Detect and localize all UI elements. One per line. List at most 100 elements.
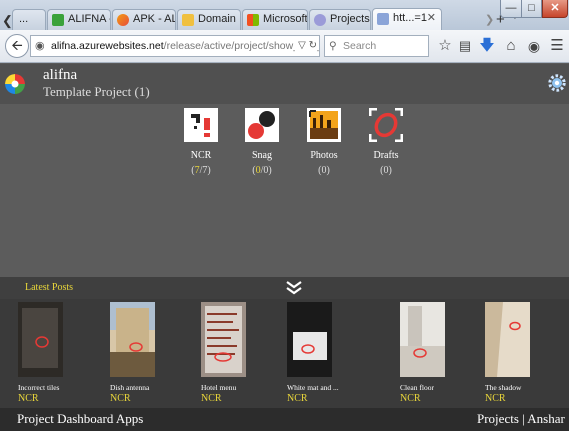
tab-label: Projects (330, 13, 370, 25)
post-card[interactable]: Hotel menu NCR (201, 302, 291, 404)
drafts-icon (368, 107, 404, 143)
alifna-logo-icon[interactable] (5, 74, 25, 94)
url-dropdown-icon[interactable]: ▽ (298, 40, 306, 51)
module-snag[interactable]: Snag (0/0) (232, 108, 292, 176)
tab-3[interactable]: APK - ALI... (112, 9, 176, 30)
tab-label: ... (19, 13, 29, 25)
snag-icon (245, 108, 279, 142)
post-type: NCR (201, 393, 222, 404)
module-label: Snag (252, 150, 272, 161)
latest-posts-title: Latest Posts (25, 282, 74, 293)
tab-active[interactable]: htt...=1 ✕ (372, 8, 442, 30)
reload-icon[interactable]: ↻ (309, 40, 317, 51)
tab-label: htt...=1 (393, 12, 427, 24)
ncr-icon (184, 108, 218, 142)
expand-chevron-icon[interactable] (285, 280, 303, 296)
spreadsheet-icon (52, 14, 64, 26)
url-controls: ▽ ↻ (295, 36, 317, 56)
module-count: (0) (380, 165, 392, 176)
close-window-button[interactable]: ✕ (542, 0, 568, 18)
tab-2[interactable]: ALIFNA - ... (47, 9, 111, 30)
latest-posts-list: Incorrect tiles NCR Dish antenna NCR Hot… (0, 299, 569, 408)
browser-toolbar: 🡨 ◉ alifna.azurewebsites.net/release/act… (0, 30, 569, 63)
tab-label: Domain ... (198, 13, 240, 25)
latest-posts-bar: Latest Posts (0, 277, 569, 299)
open-count: 0 (255, 165, 261, 176)
tab-5[interactable]: Microsoft... (242, 9, 308, 30)
modules-area: NCR (7/7) Snag (0/0) Photos (0) Drafts (… (0, 104, 569, 277)
domain-icon (182, 14, 194, 26)
settings-gear-icon[interactable] (548, 74, 566, 92)
post-thumbnail[interactable] (18, 302, 63, 377)
post-card[interactable]: Incorrect tiles NCR (18, 302, 108, 404)
menu-icon[interactable]: ☰ (548, 37, 566, 55)
post-caption: Hotel menu (201, 383, 237, 392)
tab-6[interactable]: Projects (309, 9, 371, 30)
module-drafts[interactable]: Drafts (0) (356, 107, 416, 176)
post-caption: Incorrect tiles (18, 383, 60, 392)
site-info-icon[interactable]: ◉ (35, 40, 47, 52)
footer-links[interactable]: Projects | Anshar (477, 411, 565, 427)
page-icon (377, 13, 389, 25)
post-type: NCR (485, 393, 506, 404)
photos-icon (307, 108, 341, 142)
search-input[interactable]: ⚲ Search (324, 35, 429, 57)
tab-scroll-right-icon[interactable]: ❯ (485, 13, 494, 26)
post-caption: White mat and ... (287, 383, 339, 392)
post-thumbnail[interactable] (485, 302, 530, 377)
module-ncr[interactable]: NCR (7/7) (171, 108, 231, 176)
module-label: NCR (190, 150, 212, 161)
post-type: NCR (400, 393, 421, 404)
tab-1[interactable]: ... (12, 9, 46, 30)
app-header: alifna Template Project (1) (0, 64, 569, 104)
module-count: (0) (318, 165, 330, 176)
module-label: Drafts (373, 150, 399, 161)
reading-list-icon[interactable]: ▤ (456, 37, 474, 55)
home-icon[interactable]: ⌂ (502, 37, 520, 55)
post-card[interactable]: Clean floor NCR (400, 302, 490, 404)
post-caption: Dish antenna (110, 383, 150, 392)
tab-label: ALIFNA - ... (68, 13, 110, 25)
open-count: 7 (194, 165, 200, 176)
module-label: Photos (310, 150, 338, 161)
footer: Project Dashboard Apps Projects | Anshar (0, 408, 569, 431)
post-type: NCR (110, 393, 131, 404)
module-photos[interactable]: Photos (0) (294, 108, 354, 176)
footer-title: Project Dashboard Apps (17, 411, 144, 426)
tab-4[interactable]: Domain ... (177, 9, 241, 30)
post-caption: The shadow (485, 383, 522, 392)
post-thumbnail[interactable] (110, 302, 155, 377)
post-thumbnail[interactable] (201, 302, 246, 377)
module-count: (0/0) (252, 165, 272, 176)
download-icon[interactable]: 🡇 (478, 37, 496, 55)
close-tab-icon[interactable]: ✕ (427, 9, 436, 28)
app-name: alifna (43, 67, 78, 83)
maximize-button[interactable]: □ (522, 0, 542, 18)
total-count: 0 (263, 165, 269, 176)
post-type: NCR (18, 393, 39, 404)
tab-label: APK - ALI... (133, 13, 175, 25)
bookmark-star-icon[interactable]: ☆ (436, 37, 454, 55)
back-button[interactable]: 🡨 (5, 34, 29, 58)
post-thumbnail[interactable] (400, 302, 445, 377)
project-title: Template Project (1) (43, 84, 150, 99)
chat-icon[interactable]: ◉ (525, 37, 543, 55)
projects-tab-icon (314, 14, 326, 26)
minimize-button[interactable]: — (500, 0, 522, 18)
post-caption: Clean floor (400, 383, 434, 392)
url-host: alifna.azurewebsites.net (51, 40, 164, 52)
browser-tab-strip: ❮ ... ALIFNA - ... APK - ALI... Domain .… (0, 0, 569, 30)
post-card[interactable]: The shadow NCR (485, 302, 569, 404)
search-icon: ⚲ (329, 40, 337, 52)
microsoft-icon (247, 14, 259, 26)
module-count: (7/7) (191, 165, 211, 176)
tab-label: Microsoft... (263, 13, 308, 25)
total-count: 7 (202, 165, 208, 176)
address-bar[interactable]: ◉ alifna.azurewebsites.net/release/activ… (30, 35, 320, 57)
post-type: NCR (287, 393, 308, 404)
apk-icon (117, 14, 129, 26)
post-thumbnail[interactable] (287, 302, 332, 377)
post-card[interactable]: Dish antenna NCR (110, 302, 200, 404)
post-card[interactable]: White mat and ... NCR (287, 302, 377, 404)
search-placeholder: Search (343, 40, 377, 52)
